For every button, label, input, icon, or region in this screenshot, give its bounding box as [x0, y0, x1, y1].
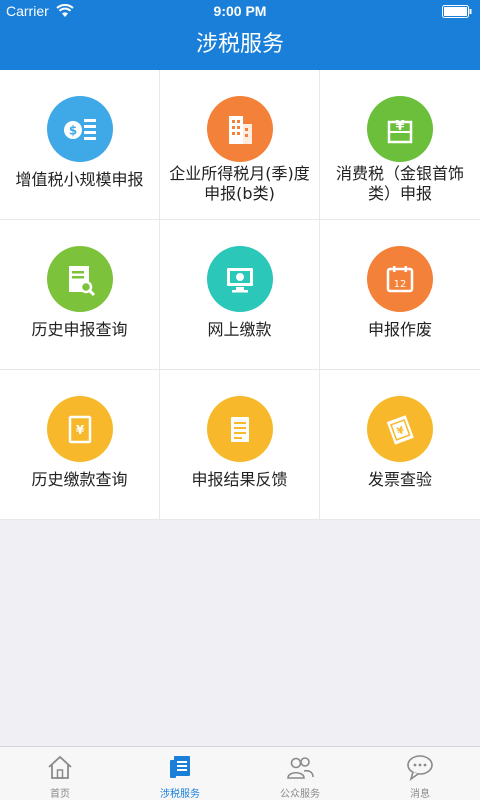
- service-invoice-check[interactable]: ¥ 发票查验: [320, 370, 480, 520]
- service-history-payment[interactable]: ¥ 历史缴款查询: [0, 370, 160, 520]
- tab-bar: 首页 涉税服务 公众服务 消息: [0, 746, 480, 800]
- home-icon: [48, 755, 72, 779]
- service-icon-circle: [207, 246, 273, 312]
- service-result-feedback[interactable]: 申报结果反馈: [160, 370, 320, 520]
- service-label: 发票查验: [367, 470, 432, 489]
- coin-document-icon: $: [64, 119, 96, 140]
- document-search-icon: [69, 266, 96, 297]
- tab-public-service[interactable]: 公众服务: [240, 747, 360, 800]
- service-declaration-void[interactable]: 12 申报作废: [320, 220, 480, 370]
- page-title: 涉税服务: [195, 32, 284, 57]
- service-label: 网上缴款: [207, 320, 272, 339]
- svg-text:¥: ¥: [76, 423, 85, 437]
- calendar-icon: 12: [386, 266, 414, 293]
- service-grid: $ 增值税小规模申报 企业所得税月(季)度申报(b类) ¥ 消费税（金银首饰类）…: [0, 70, 480, 520]
- service-vat-small-scale[interactable]: $ 增值税小规模申报: [0, 70, 160, 220]
- service-history-declaration[interactable]: 历史申报查询: [0, 220, 160, 370]
- service-label: 申报结果反馈: [191, 470, 288, 489]
- service-label: 企业所得税月(季)度申报(b类): [169, 164, 310, 203]
- people-icon: [287, 757, 314, 779]
- service-icon-circle: [207, 396, 273, 462]
- chat-bubble-icon: [407, 755, 433, 781]
- service-label: 历史申报查询: [31, 320, 128, 339]
- tax-service-icon: [170, 756, 190, 778]
- status-time: 9:00 PM: [213, 3, 267, 19]
- service-consumption-tax[interactable]: ¥ 消费税（金银首饰类）申报: [320, 70, 480, 220]
- service-icon-circle: ¥: [367, 96, 433, 162]
- service-icon-circle: ¥: [47, 396, 113, 462]
- tab-label: 首页: [50, 789, 70, 800]
- tab-tax-service[interactable]: 涉税服务: [120, 747, 240, 800]
- service-icon-circle: [47, 246, 113, 312]
- tab-label: 涉税服务: [160, 789, 200, 800]
- tab-home[interactable]: 首页: [0, 747, 120, 800]
- tab-messages[interactable]: 消息: [360, 747, 480, 800]
- svg-text:$: $: [69, 124, 77, 138]
- service-online-payment[interactable]: 网上缴款: [160, 220, 320, 370]
- tab-label: 消息: [410, 789, 430, 800]
- service-icon-circle: $: [47, 96, 113, 162]
- service-corporate-income-tax[interactable]: 企业所得税月(季)度申报(b类): [160, 70, 320, 220]
- invoice-icon: ¥: [386, 415, 414, 445]
- svg-text:¥: ¥: [395, 119, 404, 134]
- yuan-document-icon: ¥: [68, 415, 92, 444]
- battery-icon: [442, 5, 472, 18]
- service-icon-circle: 12: [367, 246, 433, 312]
- list-document-icon: [231, 417, 249, 442]
- service-label: 消费税（金银首饰类）申报: [335, 164, 464, 203]
- service-label: 增值税小规模申报: [15, 170, 144, 189]
- monitor-payment-icon: [227, 268, 253, 293]
- status-bar: Carrier 9:00 PM: [0, 0, 480, 22]
- building-icon: [229, 116, 252, 144]
- svg-text:12: 12: [394, 279, 407, 290]
- service-icon-circle: ¥: [367, 396, 433, 462]
- app-header: Carrier 9:00 PM 涉税服务: [0, 0, 480, 70]
- yuan-box-icon: ¥: [387, 119, 413, 144]
- tab-label: 公众服务: [280, 789, 320, 800]
- service-icon-circle: [207, 96, 273, 162]
- service-label: 申报作废: [367, 320, 432, 339]
- service-label: 历史缴款查询: [31, 470, 128, 489]
